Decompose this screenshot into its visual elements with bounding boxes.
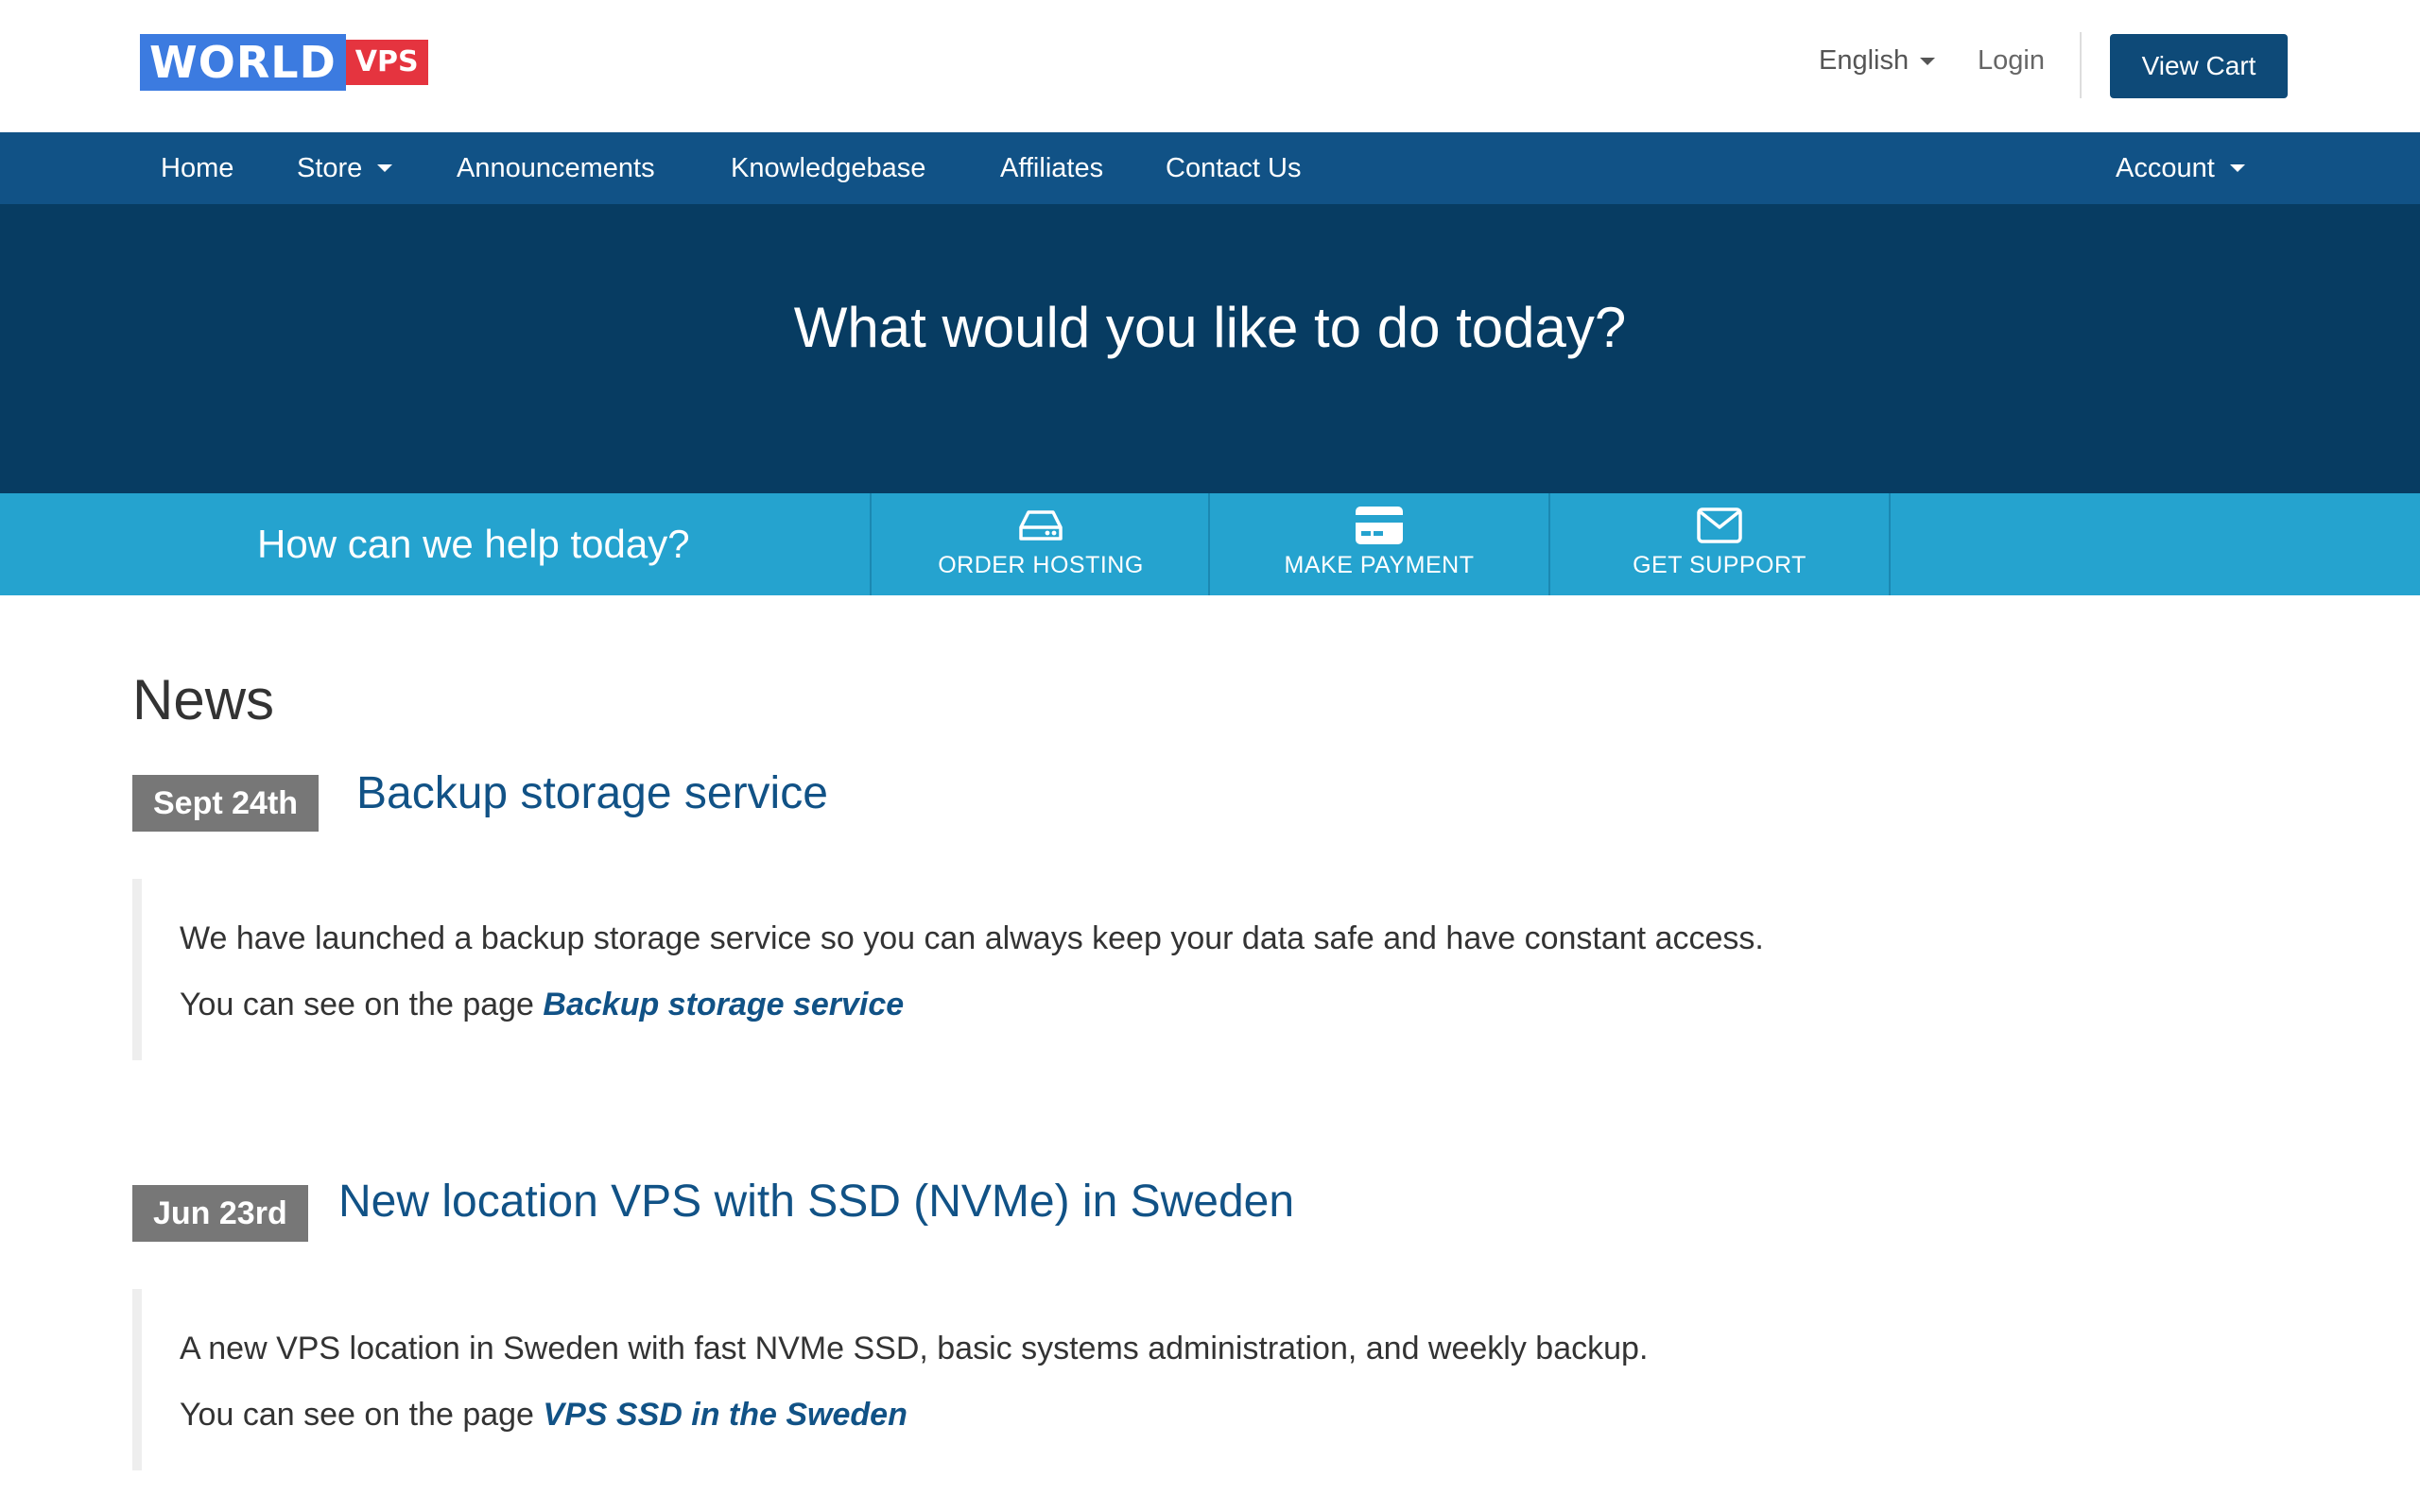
help-prompt: How can we help today? <box>257 522 690 566</box>
nav-item-store[interactable]: Store <box>297 132 393 204</box>
nav-item-announcements[interactable]: Announcements <box>457 132 655 204</box>
credit-card-icon <box>1356 507 1403 544</box>
logo-word: WORLD <box>140 34 346 91</box>
language-selector[interactable]: English <box>1819 45 1936 77</box>
help-divider <box>1889 493 1891 595</box>
news-text: A new VPS location in Sweden with fast N… <box>180 1331 1649 1366</box>
login-link[interactable]: Login <box>1978 45 2045 77</box>
news-link-line: You can see on the page Backup storage s… <box>180 971 2307 1038</box>
nav-item-knowledgebase[interactable]: Knowledgebase <box>731 132 925 204</box>
nav-item-home[interactable]: Home <box>161 132 233 204</box>
chevron-down-icon <box>2229 164 2245 172</box>
order-hosting-button[interactable]: ORDER HOSTING <box>872 493 1210 595</box>
news-link-prefix: You can see on the page <box>180 987 534 1022</box>
language-label: English <box>1819 45 1910 76</box>
news-page-link[interactable]: VPS SSD in the Sweden <box>543 1397 907 1433</box>
news-title-link[interactable]: Backup storage service <box>356 767 828 819</box>
main-nav: Home Store Announcements Knowledgebase A… <box>0 132 2420 204</box>
envelope-icon <box>1697 507 1742 543</box>
header-divider <box>2080 32 2082 98</box>
logo-tag: VPS <box>345 40 428 85</box>
nav-item-contact-us[interactable]: Contact Us <box>1166 132 1301 204</box>
nav-label: Knowledgebase <box>731 153 926 183</box>
nav-item-affiliates[interactable]: Affiliates <box>1000 132 1103 204</box>
server-icon <box>1019 510 1063 541</box>
news-date-badge: Jun 23rd <box>132 1185 308 1242</box>
action-label: MAKE PAYMENT <box>1284 552 1475 578</box>
chevron-down-icon <box>1920 57 1936 65</box>
news-date-badge: Sept 24th <box>132 775 320 832</box>
nav-label: Affiliates <box>1000 153 1104 183</box>
news-page-link[interactable]: Backup storage service <box>543 987 904 1022</box>
action-label: GET SUPPORT <box>1633 552 1806 578</box>
help-bar: How can we help today? ORDER HOSTING MAK… <box>0 493 2420 595</box>
site-logo[interactable]: WORLD VPS <box>140 34 428 91</box>
hero-banner: What would you like to do today? <box>0 204 2420 493</box>
nav-label: Store <box>297 153 363 183</box>
view-cart-button[interactable]: View Cart <box>2110 34 2288 98</box>
top-header: WORLD VPS English Login View Cart <box>0 0 2420 132</box>
nav-label: Announcements <box>457 153 655 183</box>
chevron-down-icon <box>377 164 393 172</box>
nav-label: Contact Us <box>1166 153 1302 183</box>
nav-label: Home <box>161 153 234 183</box>
news-body: A new VPS location in Sweden with fast N… <box>132 1289 2307 1470</box>
news-text: We have launched a backup storage servic… <box>180 920 1764 956</box>
nav-label: Account <box>2116 153 2215 183</box>
news-title-link[interactable]: New location VPS with SSD (NVMe) in Swed… <box>338 1176 1294 1228</box>
news-heading: News <box>132 668 275 731</box>
get-support-button[interactable]: GET SUPPORT <box>1550 493 1889 595</box>
news-link-prefix: You can see on the page <box>180 1397 534 1433</box>
action-label: ORDER HOSTING <box>938 552 1144 578</box>
news-body: We have launched a backup storage servic… <box>132 879 2307 1060</box>
make-payment-button[interactable]: MAKE PAYMENT <box>1210 493 1548 595</box>
nav-item-account[interactable]: Account <box>2116 132 2245 204</box>
hero-title: What would you like to do today? <box>793 296 1627 359</box>
news-link-line: You can see on the page VPS SSD in the S… <box>180 1382 2307 1448</box>
